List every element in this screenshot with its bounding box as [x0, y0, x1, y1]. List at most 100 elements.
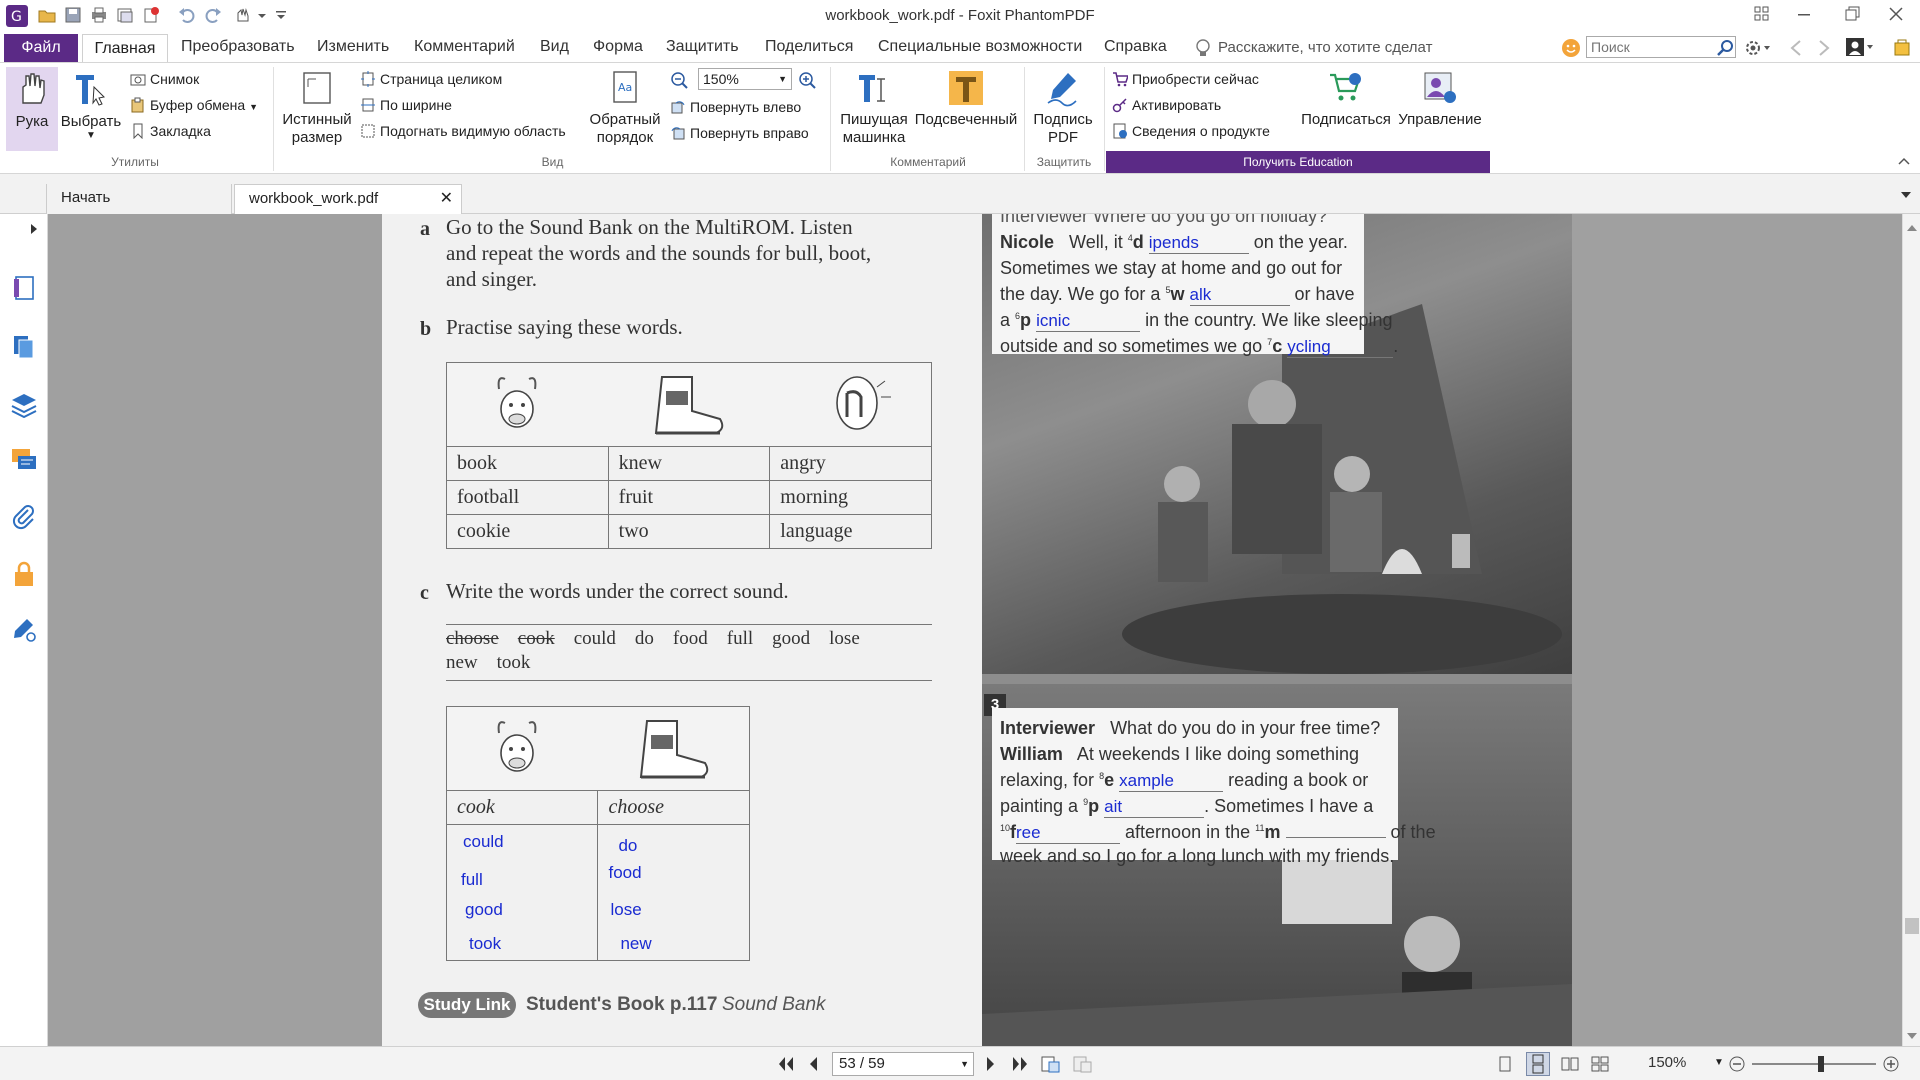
tab-share[interactable]: Поделиться [765, 38, 853, 56]
lock-icon[interactable] [10, 560, 38, 588]
search-icon[interactable] [1716, 38, 1736, 58]
tab-help[interactable]: Справка [1104, 38, 1167, 56]
product-info-button[interactable]: Сведения о продукте [1112, 121, 1270, 141]
zoom-in-status-icon[interactable] [1882, 1055, 1900, 1073]
zoom-slider-track[interactable] [1752, 1063, 1876, 1065]
fit-page-button[interactable]: Страница целиком [360, 69, 502, 89]
tabs-dropdown-icon[interactable] [1898, 188, 1914, 200]
education-banner[interactable]: Получить Education [1106, 151, 1490, 173]
gear-icon[interactable] [1744, 38, 1774, 58]
buy-now-button[interactable]: Приобрести сейчас [1112, 69, 1259, 89]
nav-back-icon[interactable] [1786, 38, 1806, 58]
table-cell[interactable]: took [445, 926, 599, 961]
shopping-icon[interactable] [1892, 37, 1914, 59]
scroll-up-icon[interactable] [1906, 220, 1918, 231]
first-page-icon[interactable] [776, 1055, 796, 1073]
expand-pane-icon[interactable] [28, 222, 40, 236]
table-cell[interactable]: do [597, 824, 750, 859]
zoom-dropdown-icon[interactable]: ▼ [1714, 1057, 1724, 1068]
search-input[interactable] [1586, 36, 1736, 58]
scroll-down-icon[interactable] [1906, 1028, 1918, 1039]
tab-view[interactable]: Вид [540, 38, 569, 56]
next-page-icon[interactable] [984, 1055, 998, 1073]
actual-size-button[interactable]: Истинный размер [280, 69, 354, 147]
tab-accessibility[interactable]: Специальные возможности [878, 38, 1082, 56]
typewriter-button[interactable]: Пишущая машинка [836, 69, 912, 147]
clipboard-button[interactable]: Буфер обмена ▼ [130, 95, 258, 115]
tab-file[interactable]: Файл [4, 34, 78, 62]
manage-button[interactable]: Управление [1394, 69, 1486, 129]
subscribe-button[interactable]: Подписаться [1298, 69, 1394, 129]
select-tool-button[interactable]: Выбрать ▼ [58, 71, 124, 141]
gap-field[interactable]: ree [1016, 822, 1121, 844]
nav-forward-icon[interactable] [1814, 38, 1834, 58]
tab-convert[interactable]: Преобразовать [181, 38, 295, 56]
next-view-icon[interactable] [1072, 1054, 1094, 1074]
gap-field[interactable]: ipends [1148, 232, 1249, 254]
snapshot-button[interactable]: Снимок [130, 69, 199, 89]
table-cell[interactable]: good [445, 892, 599, 927]
page-thumbnails-icon[interactable] [10, 274, 38, 302]
collapse-ribbon-icon[interactable] [1896, 153, 1912, 169]
continuous-facing-icon[interactable] [1590, 1055, 1610, 1073]
zoom-out-status-icon[interactable] [1728, 1055, 1746, 1073]
gap-field[interactable]: ait [1104, 796, 1205, 818]
zoom-in-icon[interactable] [798, 71, 818, 91]
close-tab-icon[interactable]: ✕ [440, 185, 453, 213]
fit-width-button[interactable]: По ширине [360, 95, 452, 115]
zoom-out-icon[interactable] [670, 71, 690, 91]
bookmark-button[interactable]: Закладка [130, 121, 211, 141]
gap-field[interactable]: ycling [1287, 336, 1394, 358]
scroll-thumb[interactable] [1905, 918, 1919, 934]
gap-field[interactable]: alk [1189, 284, 1290, 306]
tab-document[interactable]: workbook_work.pdf ✕ [234, 184, 462, 214]
attachment-icon[interactable] [10, 504, 38, 532]
zoom-percentage[interactable]: 150% [1648, 1054, 1686, 1071]
activate-button[interactable]: Активировать [1112, 95, 1221, 115]
tab-protect[interactable]: Защитить [666, 38, 739, 56]
document-viewport[interactable]: a Go to the Sound Bank on the MultiROM. … [48, 214, 1902, 1046]
tab-start-label: Начать [61, 189, 111, 206]
ribbon-display-icon[interactable] [1740, 4, 1784, 28]
zoom-slider-thumb[interactable] [1818, 1056, 1824, 1072]
gap-field[interactable] [1285, 837, 1386, 838]
stack-icon[interactable] [10, 390, 38, 419]
table-cell[interactable]: full [445, 858, 599, 893]
gap-field[interactable]: icnic [1036, 310, 1141, 332]
table-cell[interactable]: could [445, 824, 599, 859]
tab-edit[interactable]: Изменить [317, 38, 389, 56]
gap-field[interactable]: xample [1119, 770, 1224, 792]
restore-button[interactable] [1830, 4, 1874, 28]
page-number-field[interactable]: 53 / 59 ▼ [832, 1052, 974, 1076]
vertical-scrollbar[interactable] [1902, 214, 1920, 1046]
fit-visible-button[interactable]: Подогнать видимую область [360, 121, 566, 141]
minimize-button[interactable] [1782, 4, 1826, 28]
highlight-button[interactable]: Подсвеченный [914, 69, 1018, 129]
rotate-left-button[interactable]: Повернуть влево [670, 97, 801, 117]
tab-home[interactable]: Главная [82, 34, 168, 64]
layers-icon[interactable] [10, 332, 38, 360]
hand-tool-button[interactable]: Рука [6, 67, 58, 151]
tab-form[interactable]: Форма [593, 38, 643, 56]
table-cell[interactable]: lose [597, 892, 750, 927]
continuous-page-icon[interactable] [1526, 1052, 1550, 1076]
comments-icon[interactable] [10, 446, 38, 474]
tab-comment[interactable]: Комментарий [414, 38, 515, 56]
tab-start[interactable]: Начать [46, 184, 232, 214]
reverse-order-button[interactable]: Aa Обратный порядок [588, 69, 662, 147]
signature-panel-icon[interactable] [10, 616, 38, 644]
tell-me-box[interactable]: Расскажите, что хотите сделат [1218, 39, 1432, 56]
facing-pages-icon[interactable] [1560, 1055, 1580, 1073]
table-cell[interactable]: food [597, 858, 750, 893]
sign-pdf-button[interactable]: Подпись PDF [1028, 69, 1098, 147]
smiley-icon[interactable] [1560, 37, 1582, 59]
previous-view-icon[interactable] [1040, 1054, 1062, 1074]
zoom-select[interactable]: 150% ▼ [698, 68, 792, 90]
prev-page-icon[interactable] [806, 1055, 820, 1073]
last-page-icon[interactable] [1010, 1055, 1030, 1073]
rotate-right-button[interactable]: Повернуть вправо [670, 123, 809, 143]
close-button[interactable] [1874, 4, 1918, 28]
user-account-icon[interactable] [1844, 36, 1876, 58]
table-cell[interactable]: new [597, 926, 750, 961]
single-page-icon[interactable] [1496, 1055, 1514, 1073]
